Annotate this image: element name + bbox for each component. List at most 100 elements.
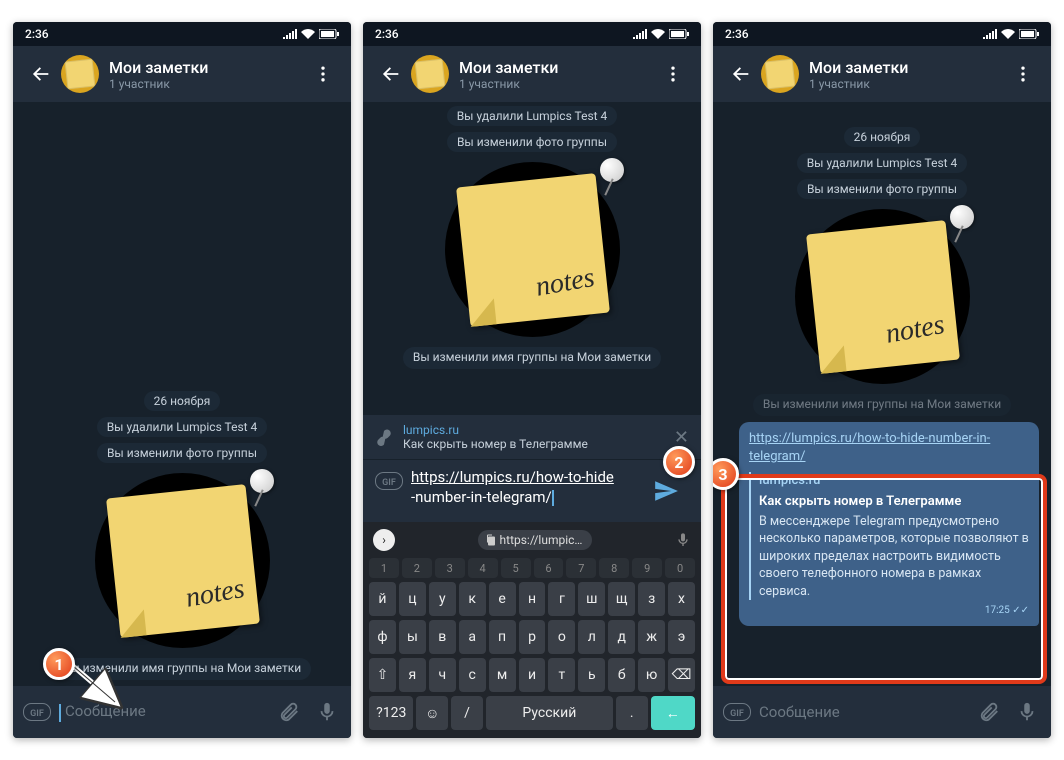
key[interactable]: 1	[369, 558, 399, 578]
key[interactable]: ь	[578, 658, 605, 692]
chat-subtitle: 1 участник	[459, 77, 653, 91]
key[interactable]: п	[489, 620, 516, 654]
chat-header[interactable]: Мои заметки 1 участник	[363, 46, 701, 102]
send-button[interactable]	[653, 478, 679, 504]
chevron-right-icon[interactable]: ›	[373, 529, 395, 551]
key[interactable]: ж	[638, 620, 665, 654]
key[interactable]: з	[638, 582, 665, 616]
key[interactable]: к	[459, 582, 486, 616]
key[interactable]: ю	[638, 658, 665, 692]
key[interactable]: с	[459, 658, 486, 692]
chat-area[interactable]: 26 ноября Вы удалили Lumpics Test 4 Вы и…	[13, 102, 351, 686]
message-input[interactable]: https://lumpics.ru/how-to-hide -number-i…	[411, 468, 635, 507]
gif-icon[interactable]: GIF	[375, 472, 403, 490]
key[interactable]: я	[399, 658, 426, 692]
key[interactable]: 0	[665, 558, 695, 578]
key-period[interactable]: .	[616, 696, 648, 730]
key[interactable]: 3	[435, 558, 465, 578]
keyboard[interactable]: › https://lumpic… 1234567890 йцукенгшщзх…	[363, 522, 701, 738]
chat-header[interactable]: Мои заметки 1 участник	[13, 46, 351, 102]
chat-avatar[interactable]	[761, 55, 799, 93]
key[interactable]: 9	[632, 558, 662, 578]
key[interactable]: р	[519, 620, 546, 654]
key-space[interactable]: Русский	[486, 696, 613, 730]
chat-avatar[interactable]	[411, 55, 449, 93]
more-button[interactable]	[653, 54, 693, 94]
attach-button[interactable]	[973, 696, 1005, 728]
key[interactable]: т	[548, 658, 575, 692]
more-button[interactable]	[1003, 54, 1043, 94]
back-button[interactable]	[21, 54, 61, 94]
key[interactable]: о	[548, 620, 575, 654]
key-enter[interactable]: ←	[651, 696, 695, 730]
key[interactable]: а	[459, 620, 486, 654]
wifi-icon	[1001, 29, 1015, 39]
gif-icon[interactable]: GIF	[721, 696, 753, 728]
key[interactable]: ц	[399, 582, 426, 616]
key-symbols[interactable]: ?123	[369, 696, 413, 730]
key[interactable]: у	[429, 582, 456, 616]
message-input-bar[interactable]: GIF Сообщение	[713, 686, 1051, 738]
back-button[interactable]	[721, 54, 761, 94]
key-slash[interactable]: /	[451, 696, 483, 730]
key[interactable]: ч	[429, 658, 456, 692]
key[interactable]: ⌫	[668, 658, 695, 692]
microphone-icon[interactable]	[675, 532, 691, 548]
key[interactable]: г	[548, 582, 575, 616]
key[interactable]: ⇧	[369, 658, 396, 692]
arrow-left-icon	[730, 63, 752, 85]
message-url[interactable]: https://lumpics.ru/how-to-hide-number-in…	[749, 430, 1029, 466]
chat-title-block[interactable]: Мои заметки 1 участник	[459, 58, 653, 91]
key[interactable]: 5	[501, 558, 531, 578]
key[interactable]: д	[608, 620, 635, 654]
group-photo[interactable]: notes	[795, 209, 970, 384]
key[interactable]: е	[489, 582, 516, 616]
key[interactable]: л	[578, 620, 605, 654]
chat-header[interactable]: Мои заметки 1 участник	[713, 46, 1051, 102]
key[interactable]: б	[608, 658, 635, 692]
key[interactable]: 4	[468, 558, 498, 578]
key[interactable]: ы	[399, 620, 426, 654]
gif-icon[interactable]: GIF	[21, 696, 53, 728]
chat-avatar[interactable]	[61, 55, 99, 93]
key[interactable]: ф	[369, 620, 396, 654]
message-input-bar[interactable]: GIF Сообщение 1	[13, 686, 351, 738]
key[interactable]: в	[429, 620, 456, 654]
chat-area[interactable]: Вы удалили Lumpics Test 4 Вы изменили фо…	[363, 102, 701, 415]
message-bubble[interactable]: https://lumpics.ru/how-to-hide-number-in…	[739, 422, 1039, 626]
more-button[interactable]	[303, 54, 343, 94]
key[interactable]: э	[668, 620, 695, 654]
key[interactable]: 8	[599, 558, 629, 578]
key[interactable]: щ	[608, 582, 635, 616]
chat-title-block[interactable]: Мои заметки 1 участник	[109, 58, 303, 91]
chat-title: Мои заметки	[809, 58, 1003, 77]
group-photo[interactable]: notes	[445, 162, 620, 337]
chat-area[interactable]: 26 ноября Вы удалили Lumpics Test 4 Вы и…	[713, 102, 1051, 686]
key-emoji[interactable]: ☺	[416, 696, 448, 730]
key[interactable]: й	[369, 582, 396, 616]
wifi-icon	[651, 29, 665, 39]
key[interactable]: х	[668, 582, 695, 616]
key[interactable]: и	[519, 658, 546, 692]
key[interactable]: 6	[534, 558, 564, 578]
suggestion-pill[interactable]: https://lumpic…	[478, 530, 593, 550]
preview-close-button[interactable]: ✕	[674, 427, 689, 448]
voice-button[interactable]	[311, 696, 343, 728]
status-bar: 2:36	[363, 22, 701, 46]
key[interactable]: м	[489, 658, 516, 692]
key[interactable]: 7	[566, 558, 596, 578]
key[interactable]: 2	[402, 558, 432, 578]
date-chip: 26 ноября	[144, 391, 221, 411]
key[interactable]: ш	[578, 582, 605, 616]
status-right	[633, 29, 689, 39]
chat-title-block[interactable]: Мои заметки 1 участник	[809, 58, 1003, 91]
message-input[interactable]: Сообщение	[759, 703, 967, 721]
key[interactable]: н	[519, 582, 546, 616]
phone-2: 2:36 Мои заметки 1 участник Вы удалили L…	[363, 22, 701, 738]
suggestion-bar[interactable]: › https://lumpic…	[367, 526, 697, 554]
attach-button[interactable]	[273, 696, 305, 728]
back-button[interactable]	[371, 54, 411, 94]
message-input-bar[interactable]: GIF https://lumpics.ru/how-to-hide -numb…	[363, 460, 701, 522]
group-photo[interactable]: notes	[95, 473, 270, 648]
voice-button[interactable]	[1011, 696, 1043, 728]
